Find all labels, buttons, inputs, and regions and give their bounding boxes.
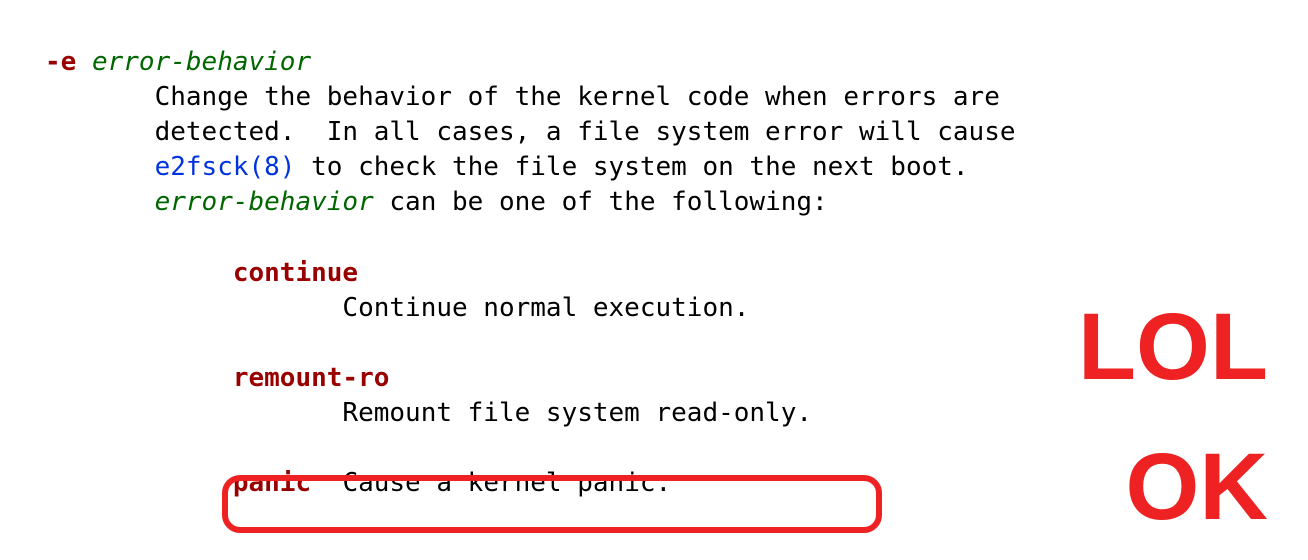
annotation-ok: OK [1126, 440, 1269, 535]
option-value-desc: Continue normal execution. [342, 293, 749, 323]
manpage-link[interactable]: e2fsck(8) [155, 152, 296, 182]
description-line: can be one of the following: [374, 187, 828, 217]
option-arg-ref: error-behavior [155, 187, 374, 217]
annotation-lol: LOL [1078, 300, 1268, 395]
description-line: detected. In all cases, a file system er… [155, 117, 1016, 147]
option-value-desc: Cause a kernel panic. [342, 468, 671, 498]
option-value: panic [233, 468, 311, 498]
description-line: Change the behavior of the kernel code w… [155, 82, 1000, 112]
option-flag: -e [45, 47, 76, 77]
option-arg: error-behavior [92, 47, 311, 77]
option-value-desc: Remount file system read-only. [342, 398, 812, 428]
option-value: remount-ro [233, 363, 390, 393]
man-page-excerpt: -e error-behavior Change the behavior of… [0, 0, 1308, 501]
description-line: to check the file system on the next boo… [295, 152, 968, 182]
option-value: continue [233, 258, 358, 288]
